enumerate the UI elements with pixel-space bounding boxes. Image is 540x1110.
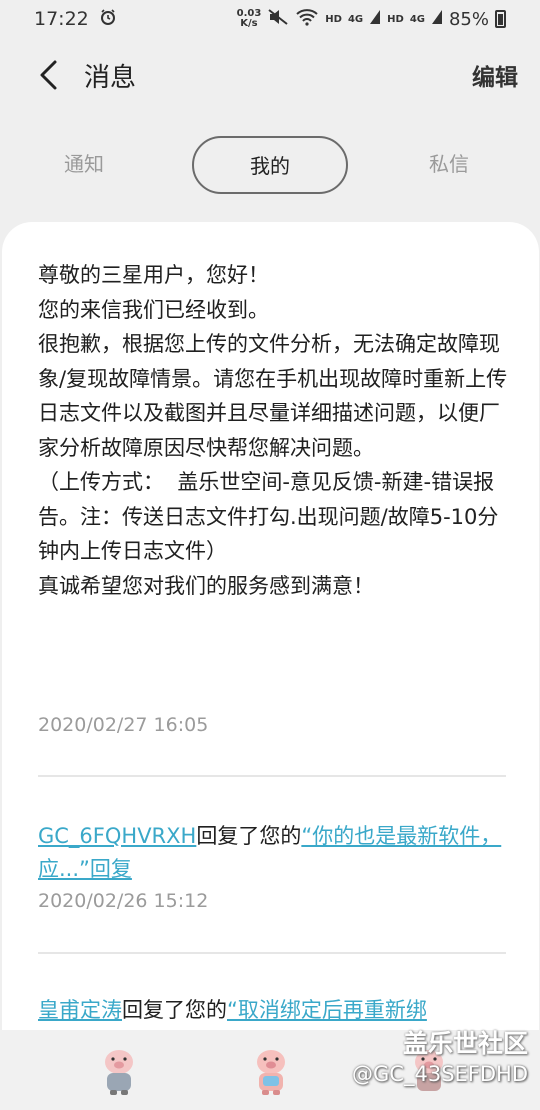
reply-user-link[interactable]: GC_6FQHVRXH <box>38 824 196 848</box>
watermark-handle: @GC_43SEFDHD <box>352 1062 528 1086</box>
network-type-2: 4G <box>409 13 425 25</box>
status-bar: 17:22 0.03 K/s HD 4G HD 4G 85% <box>0 0 540 38</box>
reply-quote-link[interactable]: “取消绑定后再重新绑 <box>227 998 427 1022</box>
pig-mascot-icon[interactable] <box>250 1046 292 1096</box>
reply-text: 回复了您的 <box>122 998 227 1022</box>
message-body: 尊敬的三星用户，您好！ 您的来信我们已经收到。 很抱歉，根据您上传的文件分析，无… <box>38 263 508 598</box>
wifi-icon <box>295 8 319 31</box>
reply-notification[interactable]: 皇甫定涛回复了您的“取消绑定后再重新绑 <box>38 994 508 1027</box>
message-tabs: 通知 我的 私信 <box>0 136 540 194</box>
message-timestamp: 2020/02/27 16:05 <box>38 714 209 736</box>
chevron-left-icon <box>40 60 57 90</box>
pig-mascot-icon[interactable] <box>98 1046 140 1096</box>
network-type-1: 4G <box>347 13 364 25</box>
reply-timestamp: 2020/02/26 15:12 <box>38 890 209 912</box>
reply-notification[interactable]: GC_6FQHVRXH回复了您的“你的也是最新软件，应...”回复 <box>38 820 508 886</box>
signal-icon-2 <box>431 9 443 30</box>
app-header: 消息 编辑 <box>0 44 540 106</box>
edit-button[interactable]: 编辑 <box>472 58 518 92</box>
back-button[interactable] <box>18 45 78 105</box>
divider <box>38 775 506 777</box>
mute-icon <box>267 8 289 31</box>
reply-text: 回复了您的 <box>196 824 302 848</box>
watermark-title: 盖乐世社区 <box>402 1029 528 1058</box>
messages-card: 尊敬的三星用户，您好！ 您的来信我们已经收到。 很抱歉，根据您上传的文件分析，无… <box>2 222 539 1110</box>
status-time: 17:22 <box>34 8 89 30</box>
page-title: 消息 <box>84 62 137 93</box>
hd-indicator-2: HD <box>387 13 404 25</box>
network-speed-unit: K/s <box>240 18 258 29</box>
reply-user-link[interactable]: 皇甫定涛 <box>38 998 122 1022</box>
battery-icon <box>495 10 506 28</box>
divider <box>38 952 506 954</box>
tab-notifications[interactable]: 通知 <box>24 136 144 194</box>
alarm-icon <box>99 8 117 31</box>
tab-private-messages[interactable]: 私信 <box>388 136 510 194</box>
tab-mine[interactable]: 我的 <box>192 136 348 194</box>
network-speed: 0.03 K/s <box>237 9 262 29</box>
battery-percent: 85% <box>448 8 489 30</box>
signal-icon-1 <box>369 9 381 30</box>
hd-indicator-1: HD <box>325 13 342 25</box>
